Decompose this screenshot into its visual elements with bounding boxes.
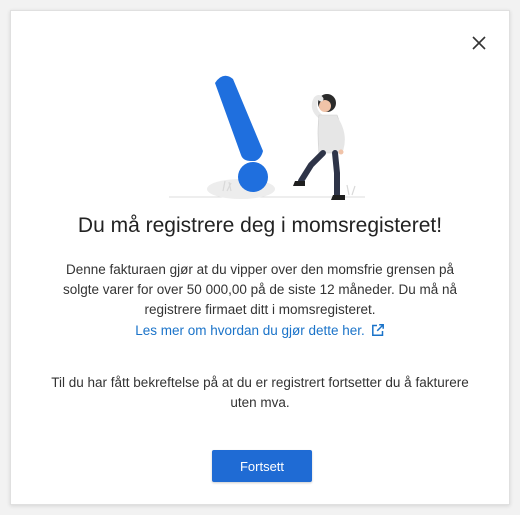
- exclamation-illustration: [161, 69, 371, 209]
- continue-button[interactable]: Fortsett: [212, 450, 312, 482]
- momsregister-dialog: Du må registrere deg i momsregisteret! D…: [10, 10, 510, 505]
- dialog-title: Du må registrere deg i momsregisteret!: [77, 214, 443, 237]
- dialog-body-text: Denne fakturaen gjør at du vipper over d…: [63, 262, 457, 317]
- close-icon[interactable]: [471, 35, 487, 51]
- external-link-icon: [371, 323, 385, 340]
- read-more-link[interactable]: Les mer om hvordan du gjør dette her.: [11, 323, 509, 340]
- dialog-secondary-text: Til du har fått bekreftelse på at du er …: [51, 375, 469, 410]
- read-more-link-label: Les mer om hvordan du gjør dette her.: [135, 323, 365, 338]
